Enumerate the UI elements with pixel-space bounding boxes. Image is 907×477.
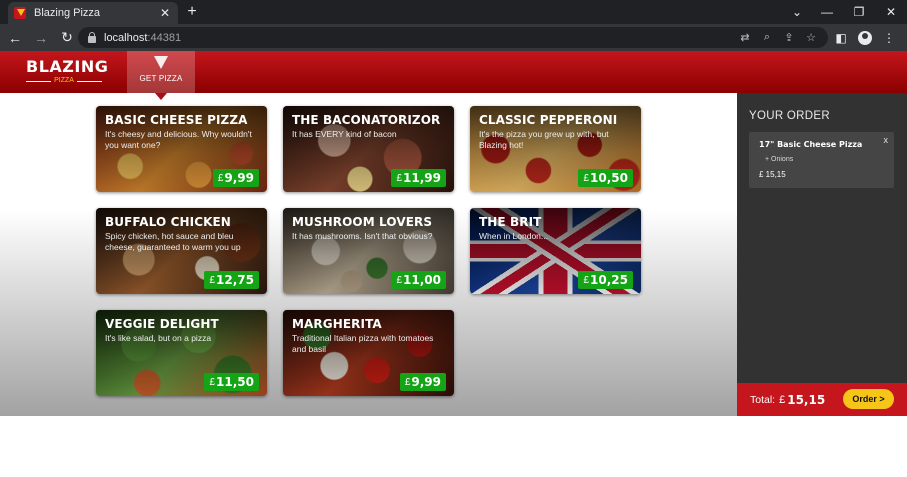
pizza-price-badge: £10,25 xyxy=(578,271,633,289)
logo-main-text: BLAZING xyxy=(26,57,109,76)
lock-icon[interactable] xyxy=(88,31,96,43)
blazing-pizza-logo[interactable]: BLAZING PIZZA xyxy=(26,57,109,89)
browser-tab[interactable]: Blazing Pizza ✕ xyxy=(8,2,178,24)
pizza-price-badge: £10,50 xyxy=(578,169,633,187)
order-title: YOUR ORDER xyxy=(749,110,830,122)
order-button[interactable]: Order > xyxy=(843,389,894,409)
pizza-card[interactable]: CLASSIC PEPPERONI It's the pizza you grew… xyxy=(470,106,641,192)
price-value: 10,25 xyxy=(590,273,628,287)
price-value: 9,99 xyxy=(411,375,441,389)
restore-button[interactable]: ❐ xyxy=(843,5,875,19)
active-nav-pointer xyxy=(155,93,167,100)
pizza-card[interactable]: BASIC CHEESE PIZZA It's cheesy and delici… xyxy=(96,106,267,192)
total-label: Total: xyxy=(750,393,776,406)
pizza-price-badge: £9,99 xyxy=(399,373,446,391)
nav-get-pizza-label: GET PIZZA xyxy=(139,74,183,83)
pizza-favicon-icon xyxy=(14,7,26,19)
close-window-button[interactable]: ✕ xyxy=(875,5,907,19)
pizza-price-badge: £12,75 xyxy=(204,271,259,289)
pizza-description: It's like salad, but on a pizza xyxy=(105,333,212,343)
side-panel-icon[interactable]: ◧ xyxy=(829,31,853,45)
price-currency: £ xyxy=(396,274,403,286)
app-header: BLAZING PIZZA GET PIZZA xyxy=(0,51,907,93)
pizza-price-badge: £9,99 xyxy=(212,169,259,187)
price-currency: £ xyxy=(209,274,216,286)
logo-sub-text: PIZZA xyxy=(26,77,102,85)
bookmark-star-icon[interactable]: ☆ xyxy=(800,31,822,44)
pizza-slice-icon xyxy=(154,56,168,69)
price-value: 11,50 xyxy=(216,375,254,389)
price-currency: £ xyxy=(396,172,403,184)
forward-arrow-icon[interactable]: → xyxy=(28,30,54,46)
pizza-price-badge: £11,50 xyxy=(204,373,259,391)
pizza-name: MUSHROOM LOVERS xyxy=(292,215,433,229)
price-currency: £ xyxy=(209,376,216,388)
total-currency: £ xyxy=(779,393,786,406)
pizza-description: Spicy chicken, hot sauce and bleu cheese… xyxy=(105,231,241,252)
browser-toolbar: ← → ↻ localhost:44381 ⇄ ⌕ ⇪ ☆ ◧ ⋮ xyxy=(0,24,907,51)
price-currency: £ xyxy=(404,376,411,388)
pizza-name: THE BRIT xyxy=(479,215,542,229)
pizza-description: It's cheesy and delicious. Why wouldn't … xyxy=(105,129,252,150)
browser-menu-icon[interactable]: ⋮ xyxy=(877,31,901,45)
order-sidebar: YOUR ORDER 17" Basic Cheese Pizza x + On… xyxy=(737,93,907,383)
share-icon[interactable]: ⇪ xyxy=(778,31,800,44)
browser-tabstrip: Blazing Pizza ✕ + ⌄ — ❐ ✕ xyxy=(0,0,907,24)
pizza-price-badge: £11,00 xyxy=(391,271,446,289)
tab-title: Blazing Pizza xyxy=(34,7,101,19)
minimize-button[interactable]: — xyxy=(811,5,843,19)
url-host: localhost xyxy=(104,31,148,44)
pizza-name: BUFFALO CHICKEN xyxy=(105,215,231,229)
order-item: 17" Basic Cheese Pizza x + Onions £ 15,1… xyxy=(749,132,894,188)
pizza-specials: BASIC CHEESE PIZZA It's cheesy and delici… xyxy=(0,93,737,416)
price-value: 11,00 xyxy=(403,273,441,287)
nav-get-pizza[interactable]: GET PIZZA xyxy=(127,51,195,93)
back-arrow-icon[interactable]: ← xyxy=(2,30,28,46)
price-value: 9,99 xyxy=(224,171,254,185)
reload-icon[interactable]: ↻ xyxy=(54,29,80,46)
tab-close-icon[interactable]: ✕ xyxy=(158,6,172,20)
zoom-search-icon[interactable]: ⌕ xyxy=(756,31,778,44)
pizza-card[interactable]: VEGGIE DELIGHT It's like salad, but on a … xyxy=(96,310,267,396)
pizza-description: It's the pizza you grew up with, but Bla… xyxy=(479,129,609,150)
pizza-name: THE BACONATORIZOR xyxy=(292,113,441,127)
pizza-name: BASIC CHEESE PIZZA xyxy=(105,113,248,127)
price-currency: £ xyxy=(217,172,224,184)
address-bar-icons: ⇄ ⌕ ⇪ ☆ xyxy=(734,27,822,48)
order-item-topping: + Onions xyxy=(765,156,794,163)
pizza-card[interactable]: THE BACONATORIZOR It has EVERY kind of ba… xyxy=(283,106,454,192)
remove-item-icon[interactable]: x xyxy=(884,135,889,145)
pizza-name: MARGHERITA xyxy=(292,317,382,331)
pizza-card[interactable]: MARGHERITA Traditional Italian pizza with… xyxy=(283,310,454,396)
price-value: 12,75 xyxy=(216,273,254,287)
price-currency: £ xyxy=(583,274,590,286)
order-total-bar: Total: £ 15,15 Order > xyxy=(737,383,907,416)
pizza-name: CLASSIC PEPPERONI xyxy=(479,113,618,127)
tab-search-icon[interactable]: ⌄ xyxy=(783,5,811,19)
pizza-description: When in London... xyxy=(479,231,548,241)
pizza-card[interactable]: BUFFALO CHICKEN Spicy chicken, hot sauce … xyxy=(96,208,267,294)
window-controls: ⌄ — ❐ ✕ xyxy=(783,0,907,24)
price-value: 11,99 xyxy=(403,171,441,185)
total-value: 15,15 xyxy=(787,392,826,407)
pizza-description: It has EVERY kind of bacon xyxy=(292,129,397,139)
profile-avatar-icon[interactable] xyxy=(858,30,872,45)
order-item-price: £ 15,15 xyxy=(759,170,786,179)
toolbar-right: ◧ ⋮ xyxy=(829,24,901,51)
pizza-description: Traditional Italian pizza with tomatoes … xyxy=(292,333,434,354)
pizza-name: VEGGIE DELIGHT xyxy=(105,317,219,331)
order-item-name: 17" Basic Cheese Pizza xyxy=(759,140,863,149)
address-bar[interactable]: localhost:44381 ⇄ ⌕ ⇪ ☆ xyxy=(78,27,828,48)
pizza-description: It has mushrooms. Isn't that obvious? xyxy=(292,231,433,241)
pizza-price-badge: £11,99 xyxy=(391,169,446,187)
new-tab-button[interactable]: + xyxy=(184,3,200,21)
price-value: 10,50 xyxy=(590,171,628,185)
translate-icon[interactable]: ⇄ xyxy=(734,31,756,44)
pizza-card[interactable]: THE BRIT When in London... £10,25 xyxy=(470,208,641,294)
url-port: :44381 xyxy=(147,31,182,44)
price-currency: £ xyxy=(583,172,590,184)
pizza-card[interactable]: MUSHROOM LOVERS It has mushrooms. Isn't t… xyxy=(283,208,454,294)
